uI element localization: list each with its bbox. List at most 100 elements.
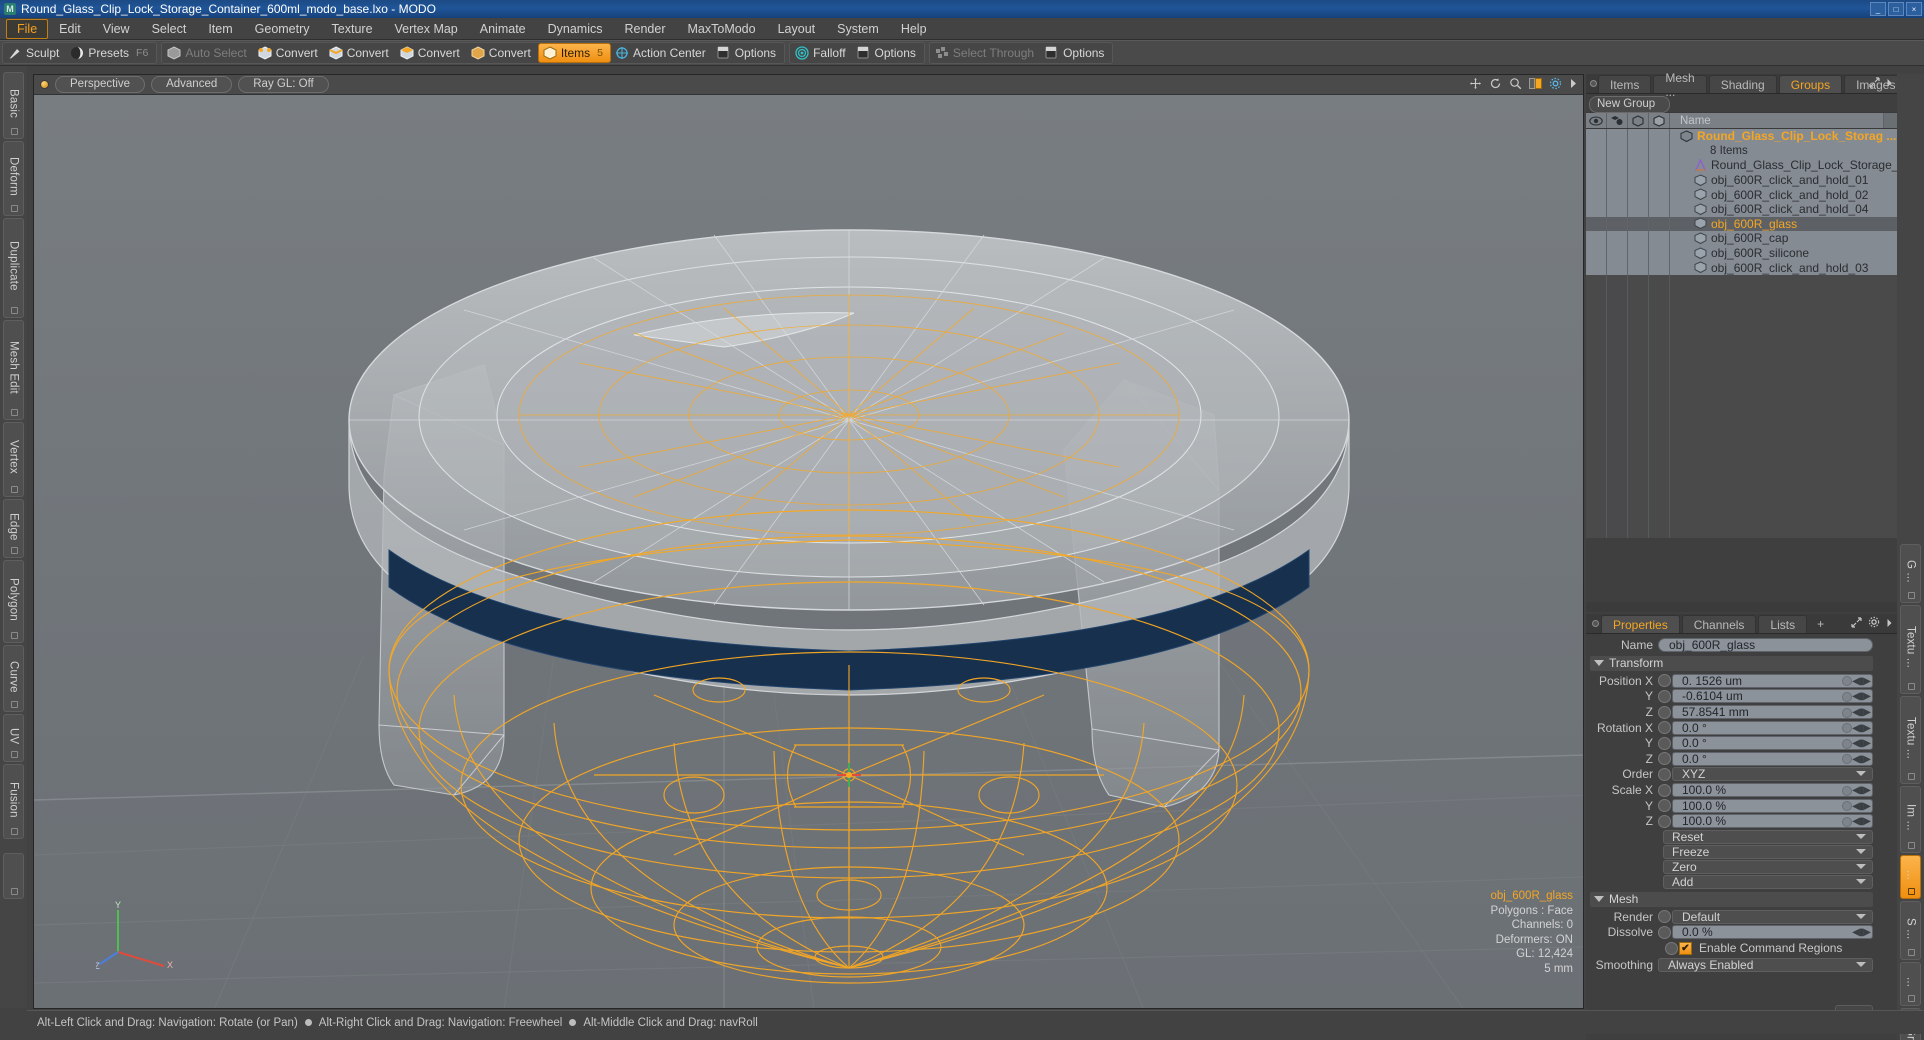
property-spinner-icon[interactable]: ◀▮▶: [1852, 691, 1871, 702]
table-row[interactable]: obj_600R_click_and_hold_02: [1586, 187, 1897, 202]
item-toggle-1[interactable]: [1607, 201, 1628, 217]
properties-handle-icon[interactable]: [1589, 613, 1601, 633]
item-toggle-0[interactable]: [1586, 260, 1607, 275]
dissolve-spinner-icon[interactable]: ◀▮▶: [1852, 927, 1871, 938]
table-row[interactable]: obj_600R_click_and_hold_01: [1586, 172, 1897, 188]
left-rail-tab-mesh-edit[interactable]: Mesh Edit: [3, 319, 24, 420]
item-toggle-3[interactable]: [1649, 201, 1670, 217]
item-row-toggles[interactable]: [1586, 231, 1670, 246]
item-toggle-0[interactable]: [1586, 231, 1607, 246]
menu-item-system[interactable]: System: [826, 19, 890, 39]
item-toggle-2[interactable]: [1628, 143, 1649, 159]
toolbar-button-sculpt-00[interactable]: Sculpt: [4, 43, 66, 63]
item-toggle-0[interactable]: [1586, 216, 1607, 232]
menu-item-dynamics[interactable]: Dynamics: [537, 19, 614, 39]
property-knob[interactable]: [1842, 691, 1852, 702]
property-spinner-icon[interactable]: ◀▮▶: [1852, 738, 1871, 749]
right-rail-tab-4[interactable]: ...: [1900, 854, 1921, 899]
toolbar-button-presets-01[interactable]: Presets F6: [66, 43, 155, 63]
maximize-button[interactable]: □: [1888, 2, 1904, 16]
properties-gear-icon[interactable]: [1868, 616, 1880, 631]
left-rail-tab-polygon[interactable]: Polygon: [3, 559, 24, 644]
item-toggle-1[interactable]: [1607, 129, 1628, 144]
rotate-viewport-icon[interactable]: [1489, 77, 1502, 93]
right-rail-tab-2[interactable]: Textu ...: [1900, 695, 1921, 785]
tab-mesh[interactable]: Mesh ...: [1653, 71, 1707, 99]
item-toggle-1[interactable]: [1607, 216, 1628, 232]
move-viewport-icon[interactable]: [1469, 77, 1482, 93]
item-toggle-3[interactable]: [1649, 231, 1670, 246]
properties-tabs[interactable]: Properties Channels Lists +: [1586, 614, 1897, 634]
property-channel-toggle[interactable]: [1658, 705, 1671, 719]
property-spinner-icon[interactable]: ◀▮▶: [1852, 723, 1871, 734]
mesh-collapse-icon[interactable]: [1594, 896, 1604, 903]
new-group-button[interactable]: New Group: [1589, 95, 1671, 113]
item-row-toggles[interactable]: [1586, 129, 1670, 144]
property-knob[interactable]: [1842, 801, 1852, 812]
item-toggle-0[interactable]: [1586, 143, 1607, 159]
item-toggle-0[interactable]: [1586, 158, 1607, 173]
name-input[interactable]: obj_600R_glass: [1658, 638, 1873, 653]
item-toggle-2[interactable]: [1628, 129, 1649, 144]
item-toggle-2[interactable]: [1628, 245, 1649, 261]
toolbar-button-convert-12[interactable]: Convert: [325, 43, 396, 63]
item-toggle-0[interactable]: [1586, 245, 1607, 261]
command-regions-enable-toggle[interactable]: [1665, 941, 1678, 955]
item-toggle-0[interactable]: [1586, 201, 1607, 217]
item-toggle-1[interactable]: [1607, 143, 1628, 159]
item-toggle-3[interactable]: [1649, 187, 1670, 202]
property-knob[interactable]: [1842, 723, 1852, 734]
table-row[interactable]: obj_600R_glass: [1586, 216, 1897, 232]
item-toggle-2[interactable]: [1628, 216, 1649, 232]
viewport-settings-gear-icon[interactable]: [1549, 77, 1562, 93]
item-list-empty-area[interactable]: [1586, 274, 1897, 538]
right-rail-tab-3[interactable]: Im ...: [1900, 786, 1921, 853]
viewport-raygl-dropdown[interactable]: Ray GL: Off: [238, 76, 329, 93]
item-toggle-0[interactable]: [1586, 172, 1607, 188]
item-list-scroll-column[interactable]: [1883, 113, 1897, 128]
item-toggle-1[interactable]: [1607, 158, 1628, 173]
toolbar-button-convert-13[interactable]: Convert: [396, 43, 467, 63]
item-toggle-2[interactable]: [1628, 172, 1649, 188]
item-toggle-3[interactable]: [1649, 245, 1670, 261]
menu-item-select[interactable]: Select: [141, 19, 198, 39]
minimize-button[interactable]: _: [1870, 2, 1886, 16]
toolbar-button-convert-14[interactable]: Convert: [467, 43, 538, 63]
item-toggle-1[interactable]: [1607, 245, 1628, 261]
render-icon[interactable]: [1607, 113, 1628, 128]
property-input-order[interactable]: XYZ: [1672, 767, 1873, 782]
panel-splitter[interactable]: [1586, 602, 1897, 612]
property-spinner-icon[interactable]: ◀▮▶: [1852, 676, 1871, 687]
toolbar-button-items-15[interactable]: Items 5: [537, 43, 611, 63]
render-enable-toggle[interactable]: [1658, 910, 1671, 924]
new-group-row[interactable]: New Group: [1586, 94, 1897, 113]
smoothing-dropdown[interactable]: Always Enabled: [1658, 958, 1873, 973]
viewport-header-tools[interactable]: [1469, 75, 1577, 95]
property-spinner-icon[interactable]: ◀▮▶: [1852, 754, 1871, 765]
toolbar-button-options-31[interactable]: Options: [1041, 43, 1111, 63]
table-row[interactable]: obj_600R_click_and_hold_03: [1586, 260, 1897, 275]
item-row-toggles[interactable]: [1586, 260, 1670, 275]
menu-item-vertex-map[interactable]: Vertex Map: [384, 19, 469, 39]
property-knob[interactable]: [1842, 754, 1852, 765]
left-rail-tab-fusion[interactable]: Fusion: [3, 764, 24, 840]
toolbar-button-falloff-20[interactable]: Falloff: [791, 43, 852, 63]
property-channel-toggle[interactable]: [1658, 736, 1671, 750]
transform-action-freeze[interactable]: Freeze: [1663, 844, 1873, 859]
property-knob[interactable]: [1842, 707, 1852, 718]
property-channel-toggle[interactable]: [1658, 721, 1671, 735]
property-channel-toggle[interactable]: [1658, 783, 1671, 797]
menu-item-animate[interactable]: Animate: [469, 19, 537, 39]
menu-item-help[interactable]: Help: [890, 19, 938, 39]
item-toggle-2[interactable]: [1628, 201, 1649, 217]
property-input-z[interactable]: 100.0 % ◀▮▶: [1672, 814, 1873, 829]
menu-item-file[interactable]: File: [6, 18, 49, 39]
menu-item-maxtomodo[interactable]: MaxToModo: [677, 19, 767, 39]
left-rail-tab-uv[interactable]: UV: [3, 714, 24, 763]
item-row-toggles[interactable]: [1586, 216, 1670, 232]
left-rail-tab-curve[interactable]: Curve: [3, 645, 24, 713]
menu-item-edit[interactable]: Edit: [48, 19, 92, 39]
tab-groups[interactable]: Groups: [1778, 75, 1843, 93]
toolbar-button-auto-select-10[interactable]: Auto Select: [163, 43, 253, 63]
property-knob[interactable]: [1842, 676, 1852, 687]
